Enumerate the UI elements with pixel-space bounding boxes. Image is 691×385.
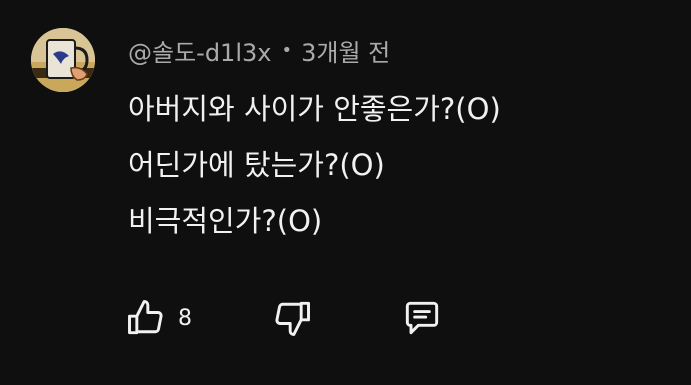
comment-timestamp[interactable]: 3개월 전 [301,33,390,68]
comment-body: 아버지와 사이가 안좋은가?(O) 어딘가에 탔는가?(O) 비극적인가?(O) [128,84,501,252]
comment-header: @솔도-d1l3x • 3개월 전 [128,30,390,70]
comment-line: 어딘가에 탔는가?(O) [128,148,385,182]
thumbs-down-icon [275,301,310,336]
like-group: 8 [120,292,266,344]
like-button[interactable] [120,292,172,344]
comment-line: 아버지와 사이가 안좋은가?(O) [128,92,501,126]
comment-line: 비극적인가?(O) [128,204,323,238]
comment-actions: 8 [120,292,448,344]
separator-dot: • [281,39,293,61]
avatar[interactable] [31,28,95,92]
comment-thread: @솔도-d1l3x • 3개월 전 아버지와 사이가 안좋은가?(O) 어딘가에… [0,0,691,385]
dislike-button[interactable] [266,292,318,344]
author-name[interactable]: @솔도-d1l3x [128,33,271,68]
mug-avatar-icon [31,28,95,92]
comment-icon [405,301,439,335]
thumbs-up-icon [128,300,163,335]
like-count: 8 [178,305,192,331]
reply-button[interactable] [396,292,448,344]
